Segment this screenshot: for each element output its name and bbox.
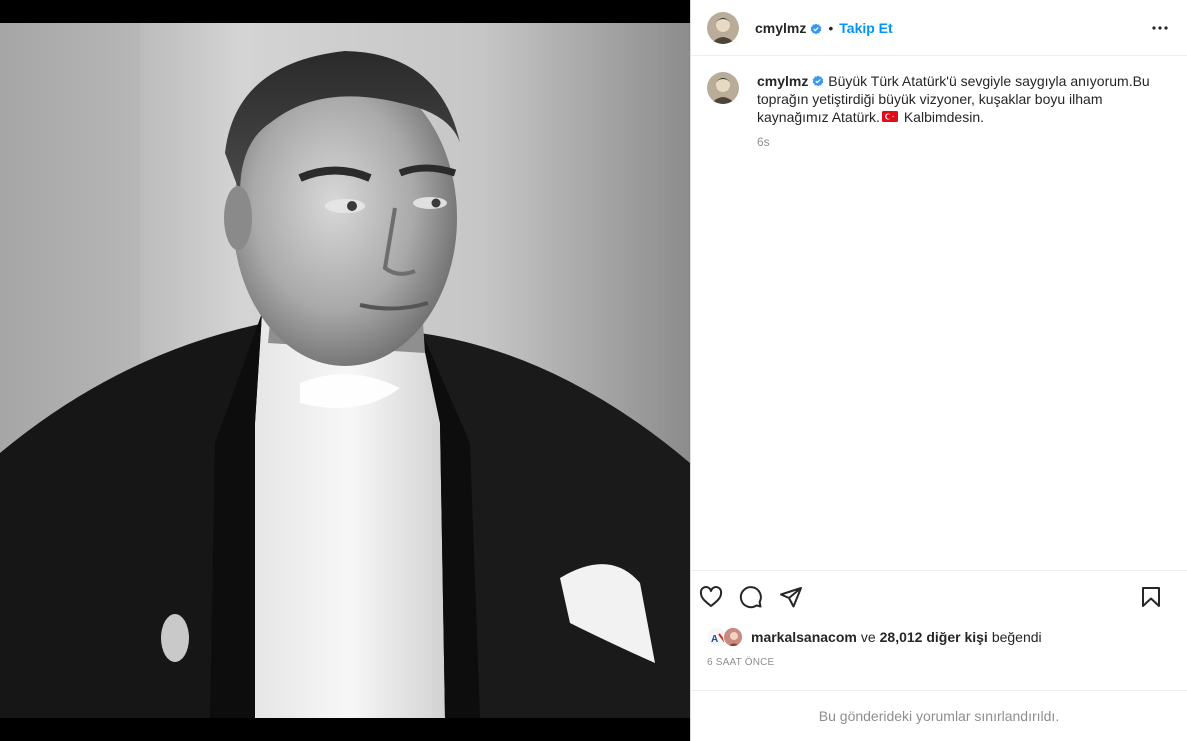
more-options-icon[interactable] <box>1149 17 1171 39</box>
verified-badge-icon <box>810 22 822 34</box>
caption-author-avatar[interactable] <box>707 72 739 104</box>
bookmark-icon[interactable] <box>1139 585 1163 609</box>
svg-text:A: A <box>711 634 718 645</box>
likes-others-count[interactable]: 28,012 diğer kişi <box>880 629 988 645</box>
caption-username[interactable]: cmylmz <box>757 73 808 89</box>
caption-message-end: Kalbimdesin. <box>899 109 984 125</box>
post-caption: cmylmz Büyük Türk Atatürk'ü sevgiyle say… <box>707 72 1177 149</box>
post-photo[interactable] <box>0 23 690 718</box>
paper-plane-icon[interactable] <box>779 585 803 609</box>
liker-avatars: A <box>707 626 745 648</box>
post-actions-section: A markalsanacom ve 28,012 diğer kişi beğ… <box>691 570 1187 668</box>
likes-joiner: ve <box>860 629 876 645</box>
caption-time[interactable]: 6s <box>757 135 1177 149</box>
verified-badge-icon <box>812 73 824 87</box>
action-bar <box>691 571 1187 623</box>
post-timestamp[interactable]: 6 SAAT ÖNCE <box>691 657 1187 668</box>
author-username[interactable]: cmylmz <box>755 20 806 36</box>
header-separator: • <box>828 19 834 36</box>
likes-suffix: beğendi <box>991 629 1042 645</box>
follow-button[interactable]: Takip Et <box>839 20 892 36</box>
post-viewer: cmylmz • Takip Et cmylmz Büyük Türk Atat <box>0 0 1187 741</box>
likes-summary: A markalsanacom ve 28,012 diğer kişi beğ… <box>691 625 1187 649</box>
post-side-panel: cmylmz • Takip Et cmylmz Büyük Türk Atat <box>690 0 1187 741</box>
caption-body: cmylmz Büyük Türk Atatürk'ü sevgiyle say… <box>757 72 1177 149</box>
author-avatar[interactable] <box>707 11 739 44</box>
caption-text: cmylmz Büyük Türk Atatürk'ü sevgiyle say… <box>757 72 1177 126</box>
post-header: cmylmz • Takip Et <box>691 0 1187 56</box>
liker-username[interactable]: markalsanacom <box>751 629 857 645</box>
post-media <box>0 0 690 741</box>
liker-avatar[interactable] <box>723 627 743 647</box>
comments-limited-notice: Bu gönderideki yorumlar sınırlandırıldı. <box>691 690 1187 741</box>
heart-icon[interactable] <box>699 585 723 609</box>
turkey-flag-icon <box>881 108 898 122</box>
comment-bubble-icon[interactable] <box>739 585 763 609</box>
